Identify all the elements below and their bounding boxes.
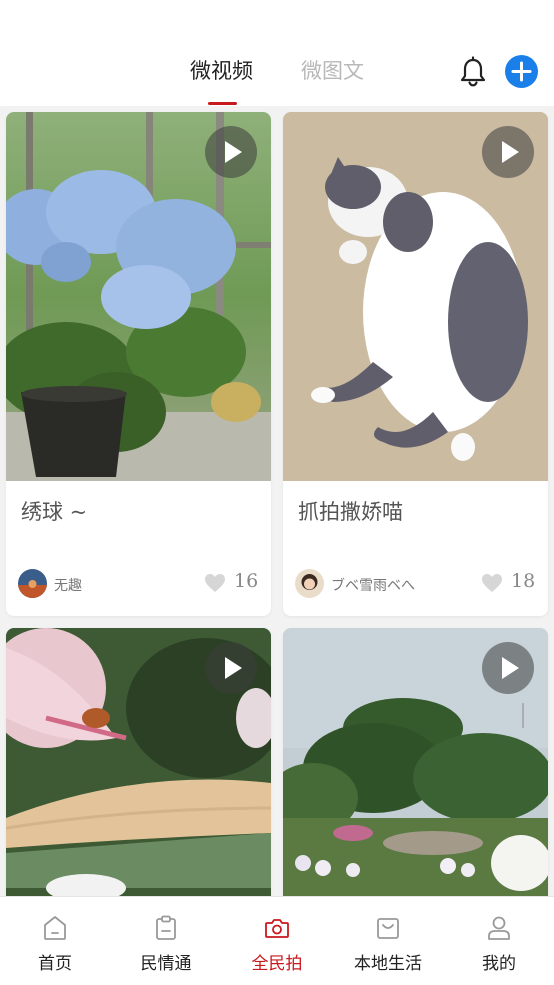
nav-local-life[interactable]: 本地生活 bbox=[333, 897, 443, 985]
nav-public-opinion[interactable]: 民情通 bbox=[111, 897, 221, 985]
app-root: 微视频 微图文 绣球 ~ 无趣 16 抓拍撒娇喵 ブベ雪雨ベへ 18 首页 民情… bbox=[0, 0, 554, 985]
video-feed[interactable]: 绣球 ~ 无趣 16 抓拍撒娇喵 ブベ雪雨ベへ 18 bbox=[0, 106, 554, 896]
cat-photo bbox=[283, 112, 548, 481]
hydrangea-photo bbox=[6, 112, 271, 481]
nav-mine[interactable]: 我的 bbox=[444, 897, 554, 985]
feed-card[interactable]: 抓拍撒娇喵 ブベ雪雨ベへ 18 bbox=[283, 112, 548, 616]
play-icon bbox=[502, 657, 519, 679]
author-name[interactable]: ブベ雪雨ベへ bbox=[331, 575, 415, 595]
nav-label: 我的 bbox=[482, 954, 516, 974]
garden-photo bbox=[283, 628, 548, 896]
plus-icon bbox=[511, 61, 532, 82]
tab-micro-photo-text[interactable]: 微图文 bbox=[301, 56, 364, 86]
card-title: 绣球 ~ bbox=[21, 500, 88, 524]
heart-icon[interactable] bbox=[204, 573, 226, 593]
play-button[interactable] bbox=[482, 642, 534, 694]
nav-label: 民情通 bbox=[140, 954, 192, 974]
clipboard-icon bbox=[156, 915, 176, 940]
nav-home[interactable]: 首页 bbox=[0, 897, 110, 985]
play-button[interactable] bbox=[205, 126, 257, 178]
nav-label: 本地生活 bbox=[354, 954, 422, 974]
feed-card[interactable] bbox=[283, 628, 548, 896]
tab-micro-video[interactable]: 微视频 bbox=[190, 56, 253, 86]
like-count: 18 bbox=[511, 570, 536, 592]
avatar[interactable] bbox=[295, 569, 324, 598]
feed-card[interactable] bbox=[6, 628, 271, 896]
add-post-button[interactable] bbox=[505, 55, 538, 88]
feed-card[interactable]: 绣球 ~ 无趣 16 bbox=[6, 112, 271, 616]
user-icon bbox=[488, 916, 510, 940]
avatar[interactable] bbox=[18, 569, 47, 598]
bell-icon[interactable] bbox=[457, 56, 489, 88]
camera-icon bbox=[265, 919, 289, 938]
play-icon bbox=[225, 141, 242, 163]
nav-label: 首页 bbox=[38, 954, 72, 974]
heart-icon[interactable] bbox=[481, 573, 503, 593]
lily-photo bbox=[6, 628, 271, 896]
top-header: 微视频 微图文 bbox=[0, 0, 554, 106]
play-button[interactable] bbox=[482, 126, 534, 178]
like-count: 16 bbox=[234, 570, 259, 592]
play-icon bbox=[225, 657, 242, 679]
play-button[interactable] bbox=[205, 642, 257, 694]
shopping-bag-icon bbox=[377, 918, 399, 939]
nav-citizen-snap[interactable]: 全民拍 bbox=[222, 897, 332, 985]
home-icon bbox=[44, 916, 66, 940]
author-name[interactable]: 无趣 bbox=[54, 575, 82, 595]
bottom-navigation: 首页 民情通 全民拍 本地生活 我的 bbox=[0, 896, 554, 985]
nav-label: 全民拍 bbox=[251, 954, 303, 974]
active-tab-indicator bbox=[208, 102, 237, 105]
card-title: 抓拍撒娇喵 bbox=[298, 500, 403, 524]
play-icon bbox=[502, 141, 519, 163]
